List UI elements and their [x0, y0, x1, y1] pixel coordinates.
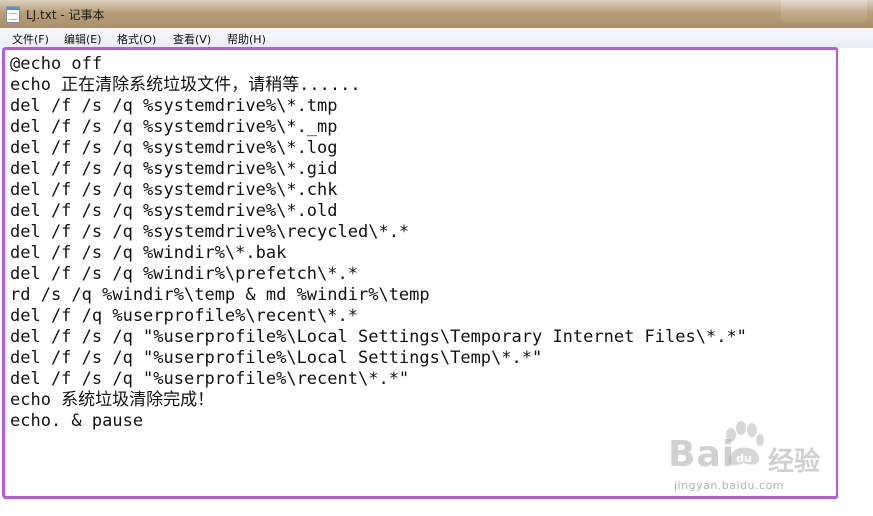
menu-format[interactable]: 格式(O) — [117, 31, 156, 47]
text-line: echo 系统垃圾清除完成！ — [10, 390, 215, 410]
text-line: del /f /s /q %systemdrive%\*.gid — [10, 159, 338, 179]
watermark-brand: Bai — [668, 434, 736, 475]
window-title: LJ.txt - 记事本 — [26, 8, 105, 22]
notepad-icon — [6, 6, 20, 23]
text-line: del /f /s /q %systemdrive%\*.tmp — [10, 96, 338, 116]
text-line: echo 正在清除系统垃圾文件，请稍等...... — [10, 75, 361, 95]
menu-view[interactable]: 查看(V) — [173, 31, 211, 47]
menu-bar: 文件(F) 编辑(E) 格式(O) 查看(V) 帮助(H) — [0, 28, 873, 49]
text-line: del /f /s /q "%userprofile%\recent\*.*" — [10, 369, 410, 389]
text-line: rd /s /q %windir%\temp & md %windir%\tem… — [10, 285, 430, 305]
svg-text:du: du — [736, 452, 752, 465]
text-line: del /f /s /q %systemdrive%\*.log — [10, 138, 338, 158]
watermark-brand-suffix: 经验 — [768, 447, 821, 477]
text-line: del /f /s /q %windir%\prefetch\*.* — [10, 264, 358, 284]
text-line: echo. & pause — [10, 411, 144, 431]
watermark-url: jingyan.baidu.com — [674, 479, 785, 492]
text-line: del /f /s /q %windir%\*.bak — [10, 243, 287, 263]
title-bar: LJ.txt - 记事本 — [0, 0, 873, 28]
text-line: del /f /q %userprofile%\recent\*.* — [10, 306, 358, 326]
window-controls-area — [781, 0, 867, 22]
text-editor[interactable]: @echo off echo 正在清除系统垃圾文件，请稍等...... del … — [2, 47, 839, 499]
menu-edit[interactable]: 编辑(E) — [64, 31, 102, 47]
text-line: @echo off — [10, 54, 103, 74]
window-right-edge — [838, 48, 873, 516]
text-line: del /f /s /q "%userprofile%\Local Settin… — [10, 327, 747, 347]
menu-help[interactable]: 帮助(H) — [227, 31, 266, 47]
text-line: del /f /s /q %systemdrive%\recycled\*.* — [10, 222, 410, 242]
text-line: del /f /s /q %systemdrive%\*.chk — [10, 180, 338, 200]
text-line: del /f /s /q "%userprofile%\Local Settin… — [10, 348, 543, 368]
menu-file[interactable]: 文件(F) — [12, 31, 49, 47]
editor-content: @echo off echo 正在清除系统垃圾文件，请稍等...... del … — [10, 54, 832, 432]
text-line: del /f /s /q %systemdrive%\*._mp — [10, 117, 338, 137]
text-line: del /f /s /q %systemdrive%\*.old — [10, 201, 338, 221]
